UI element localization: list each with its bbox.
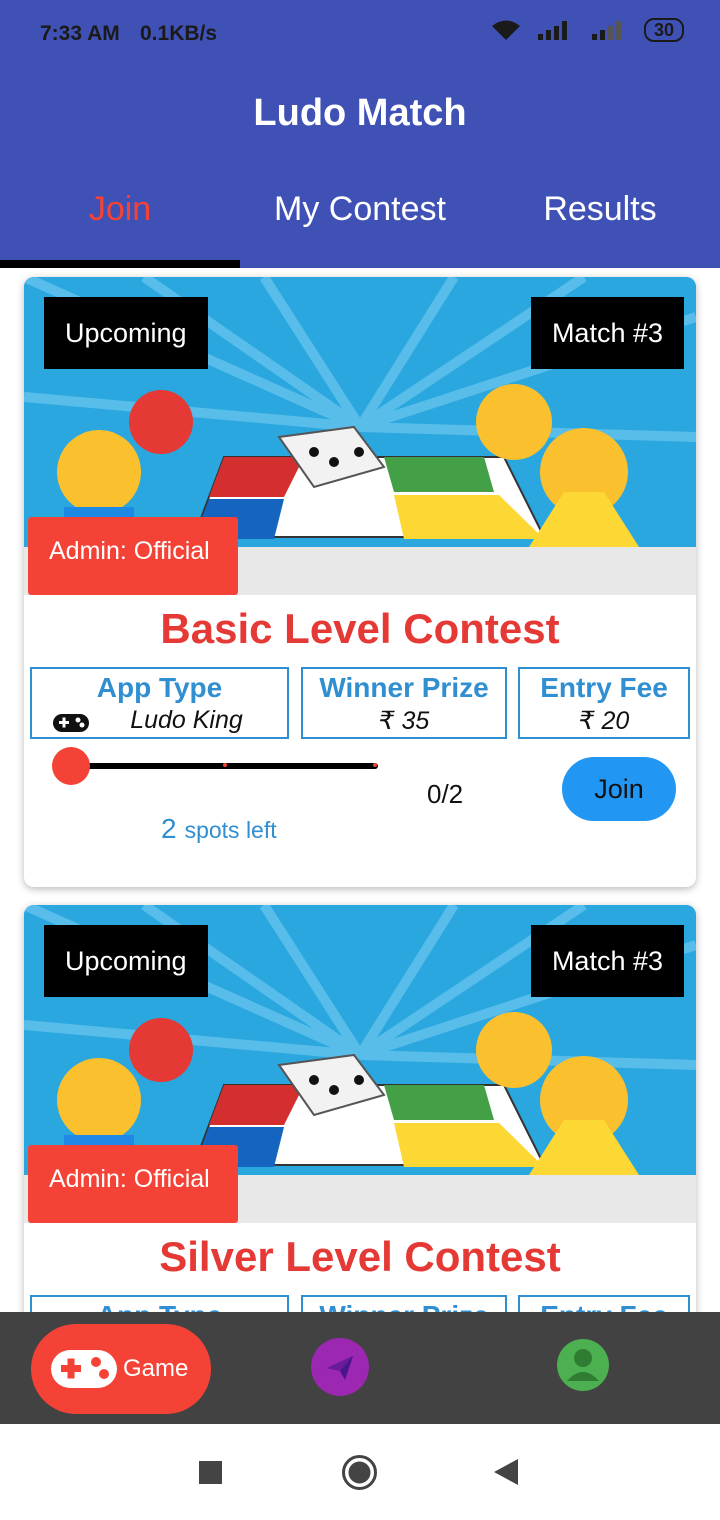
contest-card: Upcoming Match #3 Admin: Official Basic … (24, 277, 696, 887)
status-badge: Upcoming (44, 925, 208, 997)
contest-banner-image: Upcoming Match #3 Admin: Official (24, 905, 696, 1223)
winner-prize-value: ₹ 35 (378, 707, 430, 735)
nav-game-label: Game (123, 1355, 189, 1382)
tab-bar: Join My Contest Results (0, 190, 720, 229)
contest-card: Upcoming Match #3 Admin: Official Silver… (24, 905, 696, 1312)
tab-join[interactable]: Join (0, 190, 240, 229)
account-icon (567, 1349, 599, 1381)
app-type-box: App Type Ludo King (30, 667, 289, 739)
bottom-nav: Game (0, 1312, 720, 1424)
spots-left: 2 spots left (161, 813, 277, 845)
contest-banner-image: Upcoming Match #3 Admin: Official (24, 277, 696, 595)
contest-info-row: App Type Ludo King Winner Prize ₹ 35 Ent… (24, 663, 696, 743)
entry-fee-label: Entry Fee (520, 1300, 688, 1312)
entry-fee-value: ₹ 20 (578, 707, 630, 735)
entry-fee-label: Entry Fee (540, 672, 668, 703)
spots-left-label: spots left (184, 817, 277, 843)
status-bar: 7:33 AM 0.1KB/s 30 (0, 0, 720, 70)
match-badge: Match #3 (530, 925, 684, 997)
send-icon (327, 1356, 353, 1380)
progress-tick (223, 763, 227, 767)
progress-tick (373, 763, 377, 767)
tab-my-contest[interactable]: My Contest (240, 190, 480, 229)
app-type-box: App Type (30, 1295, 289, 1312)
winner-prize-label: Winner Prize (319, 672, 489, 703)
contest-title: Silver Level Contest (159, 1233, 561, 1280)
tab-indicator (0, 260, 240, 268)
app-type-value-wrap: Ludo King (32, 706, 287, 735)
recents-icon[interactable] (199, 1461, 222, 1484)
entry-fee-box: Entry Fee (518, 1295, 690, 1312)
signal-icon (537, 21, 567, 40)
tab-results[interactable]: Results (480, 190, 720, 229)
entry-fee-box: Entry Fee ₹ 20 (518, 667, 690, 739)
home-icon[interactable] (341, 1454, 378, 1491)
spots-left-count: 2 (161, 813, 177, 844)
gamepad-icon (51, 1350, 117, 1388)
system-nav-bar (0, 1424, 720, 1520)
admin-badge: Admin: Official (28, 517, 238, 595)
status-icons: 30 (490, 18, 684, 42)
signal-icon-2 (591, 21, 621, 40)
nav-account-button[interactable] (557, 1339, 609, 1391)
contest-title: Basic Level Contest (160, 605, 560, 652)
app-type-value: Ludo King (130, 706, 243, 734)
joined-count: 0/2 (427, 779, 464, 809)
app-type-label: App Type (32, 1300, 287, 1312)
battery-indicator: 30 (643, 18, 684, 42)
contest-info-row: App Type Winner Prize Entry Fee (24, 1291, 696, 1312)
gamepad-icon (53, 714, 89, 732)
back-icon[interactable] (494, 1459, 518, 1485)
page-title: Ludo Match (253, 92, 467, 134)
winner-prize-label: Winner Prize (303, 1300, 505, 1312)
match-badge: Match #3 (530, 297, 684, 369)
nav-game-button[interactable]: Game (31, 1324, 211, 1414)
app-bar: 7:33 AM 0.1KB/s 30 Ludo Match Join My Co… (0, 0, 720, 268)
contest-progress-area: 0/2 Join 2 spots left (24, 743, 696, 887)
nav-telegram-button[interactable] (311, 1338, 369, 1396)
admin-badge: Admin: Official (28, 1145, 238, 1223)
join-button[interactable]: Join (562, 757, 676, 821)
status-time: 7:33 AM (40, 22, 120, 45)
contest-list[interactable]: Upcoming Match #3 Admin: Official Basic … (0, 268, 720, 1312)
status-badge: Upcoming (44, 297, 208, 369)
app-type-label: App Type (96, 672, 223, 703)
winner-prize-box: Winner Prize (301, 1295, 507, 1312)
spots-progress-thumb[interactable] (52, 747, 90, 785)
network-speed: 0.1KB/s (140, 22, 218, 45)
wifi-icon (491, 20, 520, 40)
winner-prize-box: Winner Prize ₹ 35 (301, 667, 507, 739)
